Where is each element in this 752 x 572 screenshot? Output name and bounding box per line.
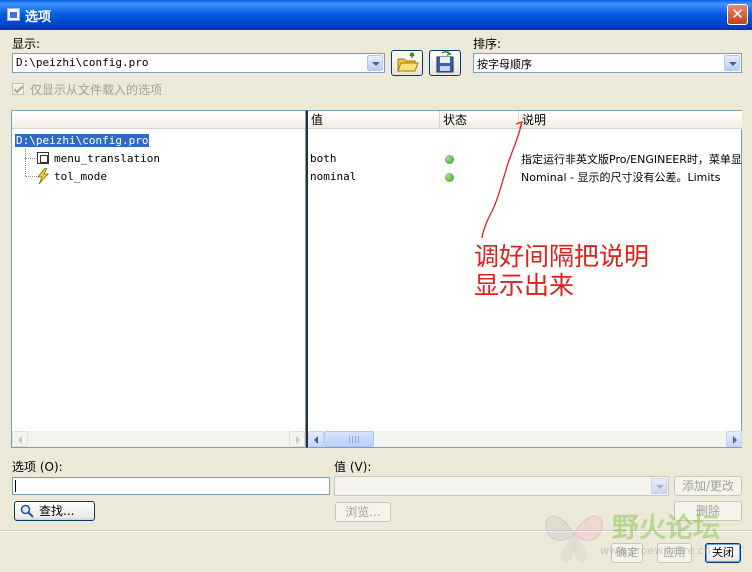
display-label: 显示:	[12, 37, 41, 51]
tree-horizontal-scrollbar[interactable]	[12, 431, 305, 447]
scroll-right-icon[interactable]	[289, 431, 305, 447]
scroll-left-icon[interactable]	[308, 431, 324, 447]
tree-item-tol-mode[interactable]: tol_mode	[54, 170, 107, 183]
chevron-down-icon[interactable]	[651, 478, 667, 494]
tree-connector	[25, 149, 26, 176]
open-folder-icon	[397, 51, 419, 72]
find-button[interactable]: 查找...	[14, 501, 95, 521]
window-icon	[7, 8, 20, 21]
title-bar: 选项 ✕	[0, 0, 752, 30]
status-ok-icon	[445, 173, 454, 182]
option-field-label: 选项 (O):	[12, 460, 63, 474]
row-description: 指定运行非英文版Pro/ENGINEER时，菜单显	[521, 153, 742, 166]
text-caret	[15, 480, 16, 492]
option-input[interactable]	[12, 477, 330, 495]
sort-combo-value: 按字母顺序	[477, 58, 532, 71]
annotation-text: 调好间隔把说明 显示出来	[474, 242, 649, 300]
row-description: Nominal - 显示的尺寸没有公差。Limits	[521, 171, 721, 184]
column-header-value[interactable]: 值	[308, 111, 440, 129]
row-value: nominal	[310, 170, 357, 183]
scroll-right-icon[interactable]	[726, 431, 742, 447]
lightning-icon	[37, 168, 49, 184]
chevron-down-icon[interactable]	[724, 55, 740, 71]
save-config-button[interactable]	[429, 50, 461, 76]
save-disk-icon	[436, 51, 454, 73]
annotation-line-1: 调好间隔把说明	[474, 242, 650, 271]
annotation-arrow	[481, 121, 523, 239]
sort-label: 排序:	[473, 37, 502, 51]
sort-combo[interactable]: 按字母顺序	[473, 53, 742, 73]
value-combo[interactable]	[334, 476, 669, 496]
row-value: both	[310, 152, 337, 165]
options-dialog: 选项 ✕ 显示: D:\peizhi\config.pro 排序: 按字母顺序 …	[0, 0, 752, 572]
window-title: 选项	[25, 10, 52, 25]
delete-button[interactable]: 删除	[674, 501, 742, 521]
table-horizontal-scrollbar[interactable]	[308, 431, 742, 447]
scroll-left-icon[interactable]	[12, 431, 28, 447]
chevron-down-icon[interactable]	[367, 55, 383, 71]
tree-root-node[interactable]: D:\peizhi\config.pro	[15, 134, 150, 147]
show-loaded-only-label: 仅显示从文件载入的选项	[30, 83, 163, 97]
value-field-label: 值 (V):	[334, 460, 372, 474]
display-combo-value: D:\peizhi\config.pro	[16, 56, 149, 69]
open-config-button[interactable]	[391, 50, 423, 76]
add-change-button[interactable]: 添加/更改	[674, 476, 742, 496]
annotation-line-2: 显示出来	[474, 271, 575, 300]
tree-header	[12, 111, 305, 129]
tree-connector	[25, 158, 37, 159]
option-node-icon	[37, 152, 49, 164]
find-button-label: 查找...	[39, 504, 75, 518]
browse-button[interactable]: 浏览...	[335, 502, 391, 522]
show-loaded-only-checkbox[interactable]	[12, 83, 24, 95]
status-ok-icon	[445, 155, 454, 164]
apply-button[interactable]: 应用	[657, 543, 692, 563]
scroll-thumb[interactable]	[324, 431, 374, 447]
column-header-description[interactable]: 说明	[519, 111, 742, 129]
close-button[interactable]: 关闭	[705, 543, 741, 563]
tree-item-menu-translation[interactable]: menu_translation	[54, 152, 160, 165]
option-tree-panel[interactable]: D:\peizhi\config.pro menu_translation to…	[11, 110, 306, 448]
ok-button[interactable]: 确定	[611, 543, 643, 563]
close-window-button[interactable]: ✕	[727, 4, 748, 25]
separator	[0, 530, 752, 532]
butterfly-logo-icon	[545, 515, 603, 562]
display-combo[interactable]: D:\peizhi\config.pro	[12, 53, 385, 73]
search-icon	[20, 504, 34, 518]
